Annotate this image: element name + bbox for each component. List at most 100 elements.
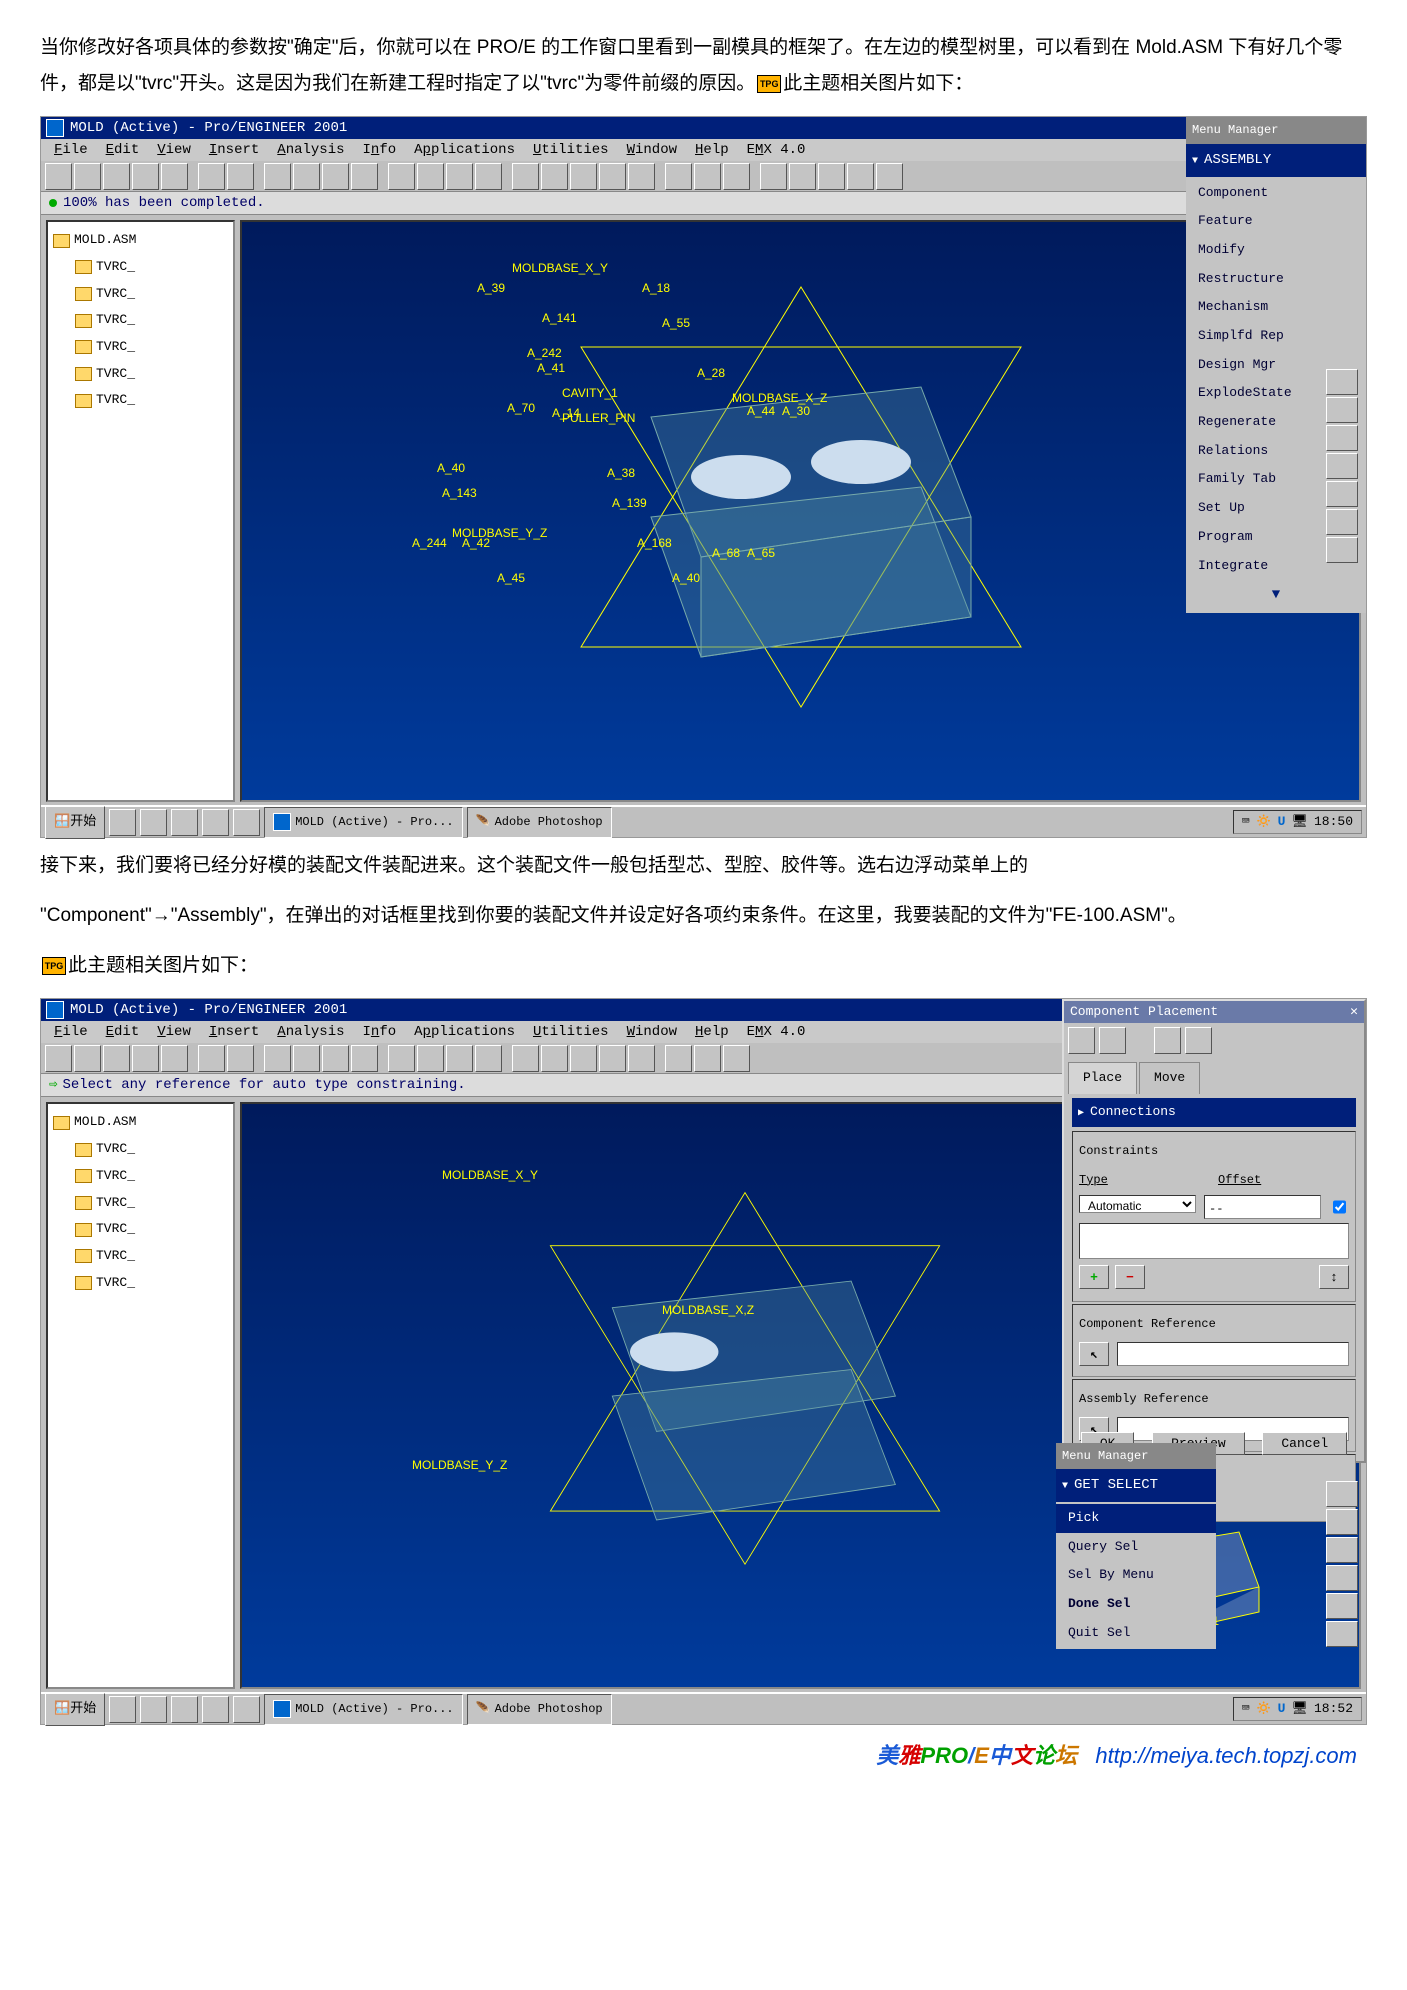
quicklaunch-button[interactable] [109, 1696, 136, 1723]
toolbar-button[interactable] [1326, 537, 1358, 563]
menu-analysis[interactable]: Analysis [270, 137, 351, 164]
menu-emx[interactable]: EMX 4.0 [740, 1019, 813, 1046]
toolbar-button[interactable] [475, 163, 502, 190]
taskbar-item[interactable]: MOLD (Active) - Pro... [264, 1694, 462, 1725]
tree-item[interactable]: TVRC_ [53, 1243, 228, 1270]
toolbar-button[interactable] [512, 163, 539, 190]
type-select[interactable]: Automatic [1079, 1195, 1196, 1213]
toolbar-button[interactable] [351, 1045, 378, 1072]
toolbar-button[interactable] [723, 1045, 750, 1072]
quicklaunch-button[interactable] [202, 1696, 229, 1723]
model-tree[interactable]: MOLD.ASM TVRC_ TVRC_ TVRC_ TVRC_ TVRC_ T… [46, 1102, 235, 1689]
tree-item[interactable]: TVRC_ [53, 254, 228, 281]
taskbar-item[interactable]: MOLD (Active) - Pro... [264, 807, 462, 838]
toolbar-button[interactable] [599, 1045, 626, 1072]
menu-scroll-icon[interactable]: ▼ [1186, 580, 1366, 611]
toolbar-button[interactable] [388, 1045, 415, 1072]
menu-info[interactable]: Info [356, 1019, 404, 1046]
toolbar-button[interactable] [198, 1045, 225, 1072]
quicklaunch-button[interactable] [233, 809, 260, 836]
toolbar-button[interactable] [388, 163, 415, 190]
toolbar-button[interactable] [512, 1045, 539, 1072]
menu-manager-2[interactable]: Menu Manager GET SELECT Pick Query Sel S… [1056, 1443, 1216, 1650]
toolbar-button[interactable] [417, 1045, 444, 1072]
menu-item[interactable]: Pick [1056, 1504, 1216, 1533]
menu-utilities[interactable]: Utilities [526, 137, 616, 164]
toolbar-button[interactable] [132, 163, 159, 190]
toolbar-button[interactable] [351, 163, 378, 190]
menu-item[interactable]: Done Sel [1056, 1590, 1216, 1619]
toolbar-button[interactable] [45, 163, 72, 190]
dialog-toolbar-button[interactable] [1185, 1027, 1212, 1054]
tree-item[interactable]: TVRC_ [53, 1216, 228, 1243]
remove-button[interactable]: − [1115, 1265, 1145, 1289]
toolbar-button[interactable] [541, 163, 568, 190]
toolbar-button[interactable] [446, 163, 473, 190]
tab-place[interactable]: Place [1068, 1062, 1137, 1094]
toolbar-button[interactable] [1326, 481, 1358, 507]
dialog-toolbar-button[interactable] [1154, 1027, 1181, 1054]
tree-root[interactable]: MOLD.ASM [53, 1109, 228, 1136]
menu-window[interactable]: Window [620, 1019, 684, 1046]
toolbar-button[interactable] [264, 163, 291, 190]
toolbar-button[interactable] [628, 163, 655, 190]
tab-move[interactable]: Move [1139, 1062, 1200, 1094]
toolbar-button[interactable] [74, 163, 101, 190]
menu-item[interactable]: Query Sel [1056, 1533, 1216, 1562]
toolbar-button[interactable] [1326, 1481, 1358, 1507]
section-connections[interactable]: Connections [1072, 1098, 1356, 1127]
constraint-list[interactable] [1079, 1223, 1349, 1259]
tree-item[interactable]: TVRC_ [53, 281, 228, 308]
toolbar-button[interactable] [264, 1045, 291, 1072]
toolbar-button[interactable] [694, 1045, 721, 1072]
toolbar-button[interactable] [417, 163, 444, 190]
toolbar-button[interactable] [876, 163, 903, 190]
menu-insert[interactable]: Insert [202, 137, 266, 164]
component-placement-dialog[interactable]: Component Placement✕ PlaceMove Connectio… [1062, 999, 1366, 1463]
menu-edit[interactable]: Edit [99, 137, 147, 164]
menu-item[interactable]: Component [1186, 179, 1366, 208]
footer-link[interactable]: http://meiya.tech.topzj.com [1095, 1743, 1357, 1768]
toolbar-button[interactable] [74, 1045, 101, 1072]
toolbar-button[interactable] [45, 1045, 72, 1072]
toolbar-button[interactable] [818, 163, 845, 190]
quicklaunch-button[interactable] [202, 809, 229, 836]
taskbar-item[interactable]: 🪶Adobe Photoshop [467, 807, 612, 838]
toolbar-button[interactable] [1326, 397, 1358, 423]
quicklaunch-button[interactable] [140, 809, 167, 836]
menu-bar[interactable]: FileEditViewInsertAnalysisInfoApplicatio… [41, 139, 1366, 161]
constraint-checkbox[interactable] [1333, 1198, 1346, 1216]
toolbar-button[interactable] [665, 163, 692, 190]
menu-item[interactable]: Restructure [1186, 265, 1366, 294]
toolbar-button[interactable] [665, 1045, 692, 1072]
tree-item[interactable]: TVRC_ [53, 334, 228, 361]
add-button[interactable]: + [1079, 1265, 1109, 1289]
menu-applications[interactable]: Applications [407, 137, 522, 164]
toolbar-button[interactable] [161, 163, 188, 190]
toolbar-button[interactable] [103, 163, 130, 190]
toolbar-button[interactable] [227, 1045, 254, 1072]
tree-item[interactable]: TVRC_ [53, 387, 228, 414]
menu-help[interactable]: Help [688, 137, 736, 164]
toolbar-button[interactable] [475, 1045, 502, 1072]
menu-item[interactable]: Quit Sel [1056, 1619, 1216, 1648]
quicklaunch-button[interactable] [171, 1696, 198, 1723]
menu-manager-title[interactable]: GET SELECT [1056, 1469, 1216, 1502]
menu-emx[interactable]: EMX 4.0 [740, 137, 813, 164]
menu-view[interactable]: View [150, 1019, 198, 1046]
pick-icon[interactable]: ↖ [1079, 1342, 1109, 1366]
start-button[interactable]: 🪟开始 [45, 806, 105, 839]
toolbar-button[interactable] [1326, 509, 1358, 535]
flip-button[interactable]: ↕ [1319, 1265, 1349, 1289]
toolbar-button[interactable] [103, 1045, 130, 1072]
toolbar-button[interactable] [293, 1045, 320, 1072]
menu-file[interactable]: File [47, 137, 95, 164]
toolbar-button[interactable] [1326, 1565, 1358, 1591]
taskbar-item[interactable]: 🪶Adobe Photoshop [467, 1694, 612, 1725]
toolbar-button[interactable] [694, 163, 721, 190]
menu-info[interactable]: Info [356, 137, 404, 164]
tree-item[interactable]: TVRC_ [53, 1190, 228, 1217]
quicklaunch-button[interactable] [140, 1696, 167, 1723]
menu-analysis[interactable]: Analysis [270, 1019, 351, 1046]
tree-item[interactable]: TVRC_ [53, 307, 228, 334]
